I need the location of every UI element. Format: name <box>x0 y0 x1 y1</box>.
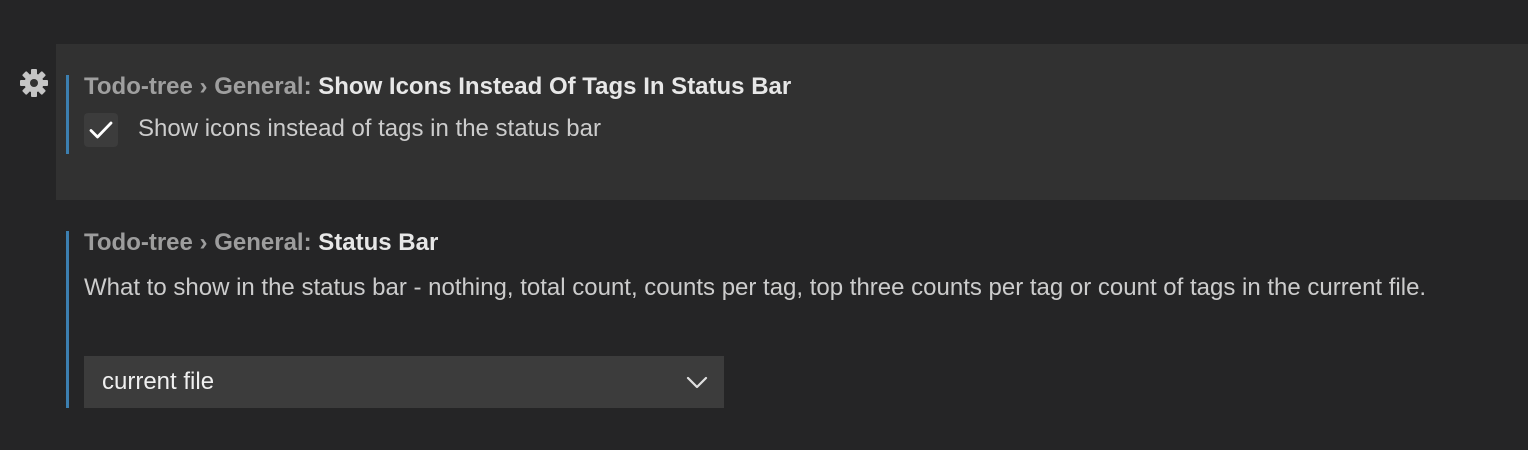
select-value: current file <box>102 368 215 395</box>
chevron-down-icon <box>686 376 708 389</box>
setting-description: What to show in the status bar - nothing… <box>84 274 1427 301</box>
modified-indicator <box>66 231 69 408</box>
show-icons-checkbox[interactable] <box>84 113 118 147</box>
setting-title: Todo-tree › General: Show Icons Instead … <box>84 72 791 102</box>
setting-name: Show Icons Instead Of Tags In Status Bar <box>318 73 792 100</box>
setting-title: Todo-tree › General: Status Bar <box>84 228 438 258</box>
checkbox-label[interactable]: Show icons instead of tags in the status… <box>138 114 601 144</box>
setting-category: Todo-tree › General: <box>84 229 319 256</box>
setting-category: Todo-tree › General: <box>84 73 319 100</box>
status-bar-select[interactable]: current file <box>84 356 724 408</box>
setting-show-icons-instead-of-tags: Todo-tree › General: Show Icons Instead … <box>56 44 1528 200</box>
modified-indicator <box>66 75 69 154</box>
setting-status-bar: Todo-tree › General: Status Bar What to … <box>56 200 1528 430</box>
check-icon <box>89 121 113 139</box>
gear-icon[interactable] <box>18 67 50 99</box>
setting-name: Status Bar <box>318 229 439 256</box>
